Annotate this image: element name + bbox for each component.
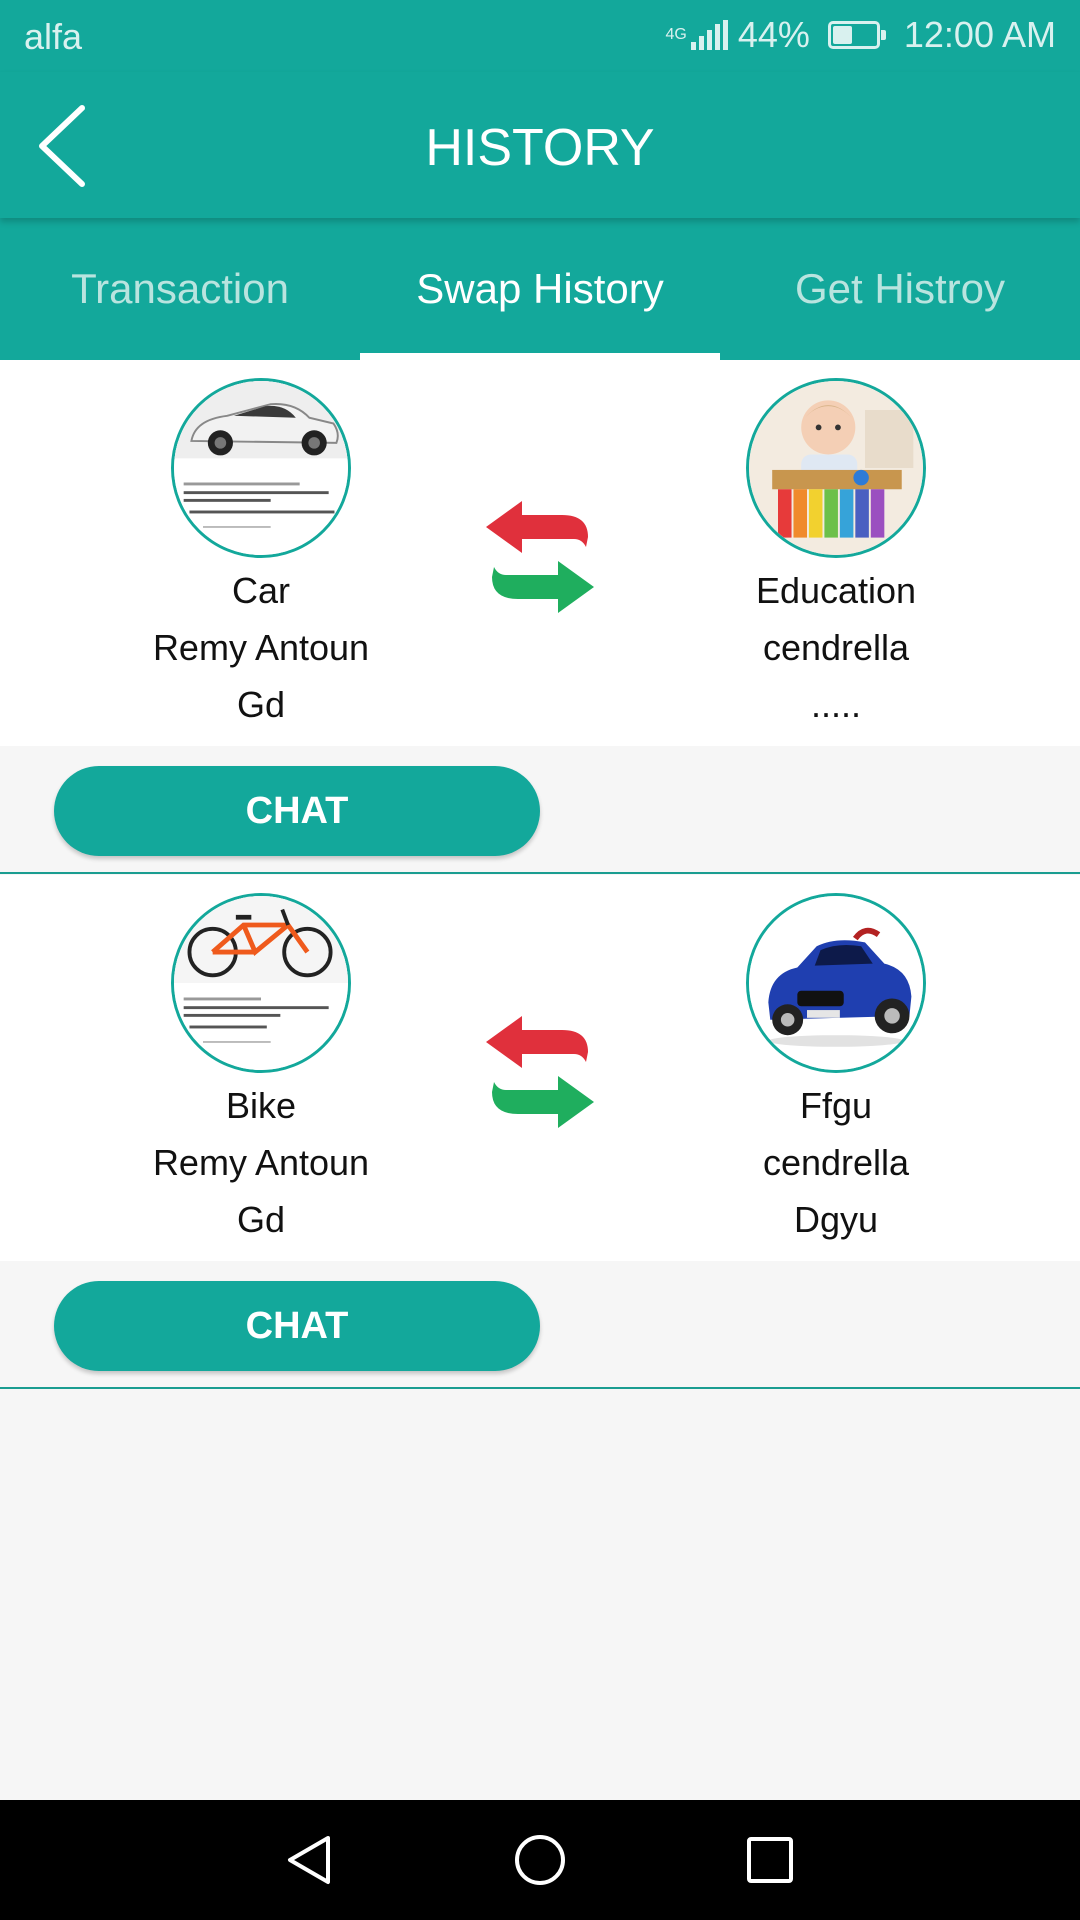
chat-button[interactable]: CHAT: [54, 1281, 540, 1371]
product-image-bike[interactable]: [171, 893, 351, 1073]
product-name: Ffgu: [799, 1085, 873, 1126]
triangle-back-icon[interactable]: [280, 1830, 340, 1890]
signal-icon: [690, 20, 728, 50]
swap-card[interactable]: Bike Remy Antoun Gd Ffgu cendrella Dgyu: [0, 875, 1080, 1261]
clock: 12:00 AM: [903, 14, 1056, 55]
chat-button[interactable]: CHAT: [54, 766, 540, 856]
square-recents-icon[interactable]: [740, 1830, 800, 1890]
product-owner: Remy Antoun: [152, 627, 370, 668]
battery-icon: [827, 21, 886, 49]
offered-product: Bike Remy Antoun Gd: [101, 875, 421, 1248]
circle-home-icon[interactable]: [510, 1830, 570, 1890]
product-description: Dgyu: [793, 1199, 879, 1240]
swap-arrows-icon: [486, 1016, 594, 1128]
received-product: Ffgu cendrella Dgyu: [676, 875, 996, 1248]
product-name: Education: [755, 570, 917, 611]
blue-toy-car-image: [749, 896, 923, 1070]
status-indicators: 4G 44% 12:00 AM: [665, 14, 1056, 56]
tab-get-history[interactable]: Get Histroy: [720, 218, 1080, 360]
page-title: HISTORY: [425, 119, 655, 177]
product-name: Car: [231, 570, 290, 611]
battery-percent: 44%: [737, 14, 810, 55]
kids-bike-image: [174, 896, 348, 1070]
product-owner: cendrella: [762, 627, 910, 668]
chat-row: CHAT: [0, 1261, 1080, 1389]
toy-car-image: [174, 381, 348, 555]
offered-product: Car Remy Antoun Gd: [101, 360, 421, 733]
product-description: Gd: [236, 684, 286, 725]
product-description: Gd: [236, 1199, 286, 1240]
tab-swap-history[interactable]: Swap History: [360, 218, 720, 360]
tab-transaction[interactable]: Transaction: [0, 218, 360, 360]
product-description: .....: [810, 684, 861, 725]
tab-bar: Transaction Swap History Get Histroy: [0, 218, 1080, 360]
chat-row: CHAT: [0, 746, 1080, 874]
toolbar: HISTORY: [0, 72, 1080, 218]
product-owner: Remy Antoun: [152, 1142, 370, 1183]
product-owner: cendrella: [762, 1142, 910, 1183]
carrier-name: alfa: [24, 16, 83, 57]
swap-arrows-icon: [486, 501, 594, 613]
received-product: Education cendrella .....: [676, 360, 996, 733]
battery-level: [832, 26, 853, 44]
product-image-education[interactable]: [746, 378, 926, 558]
network-type: 4G: [665, 26, 687, 43]
status-bar: alfa 4G 44% 12:00 AM: [0, 0, 1080, 72]
baby-xylophone-image: [749, 381, 923, 555]
product-image-ffgu[interactable]: [746, 893, 926, 1073]
product-image-car[interactable]: [171, 378, 351, 558]
navigation-bar: [0, 1800, 1080, 1920]
product-name: Bike: [225, 1085, 297, 1126]
swap-card[interactable]: Car Remy Antoun Gd Education cendrella .…: [0, 360, 1080, 746]
